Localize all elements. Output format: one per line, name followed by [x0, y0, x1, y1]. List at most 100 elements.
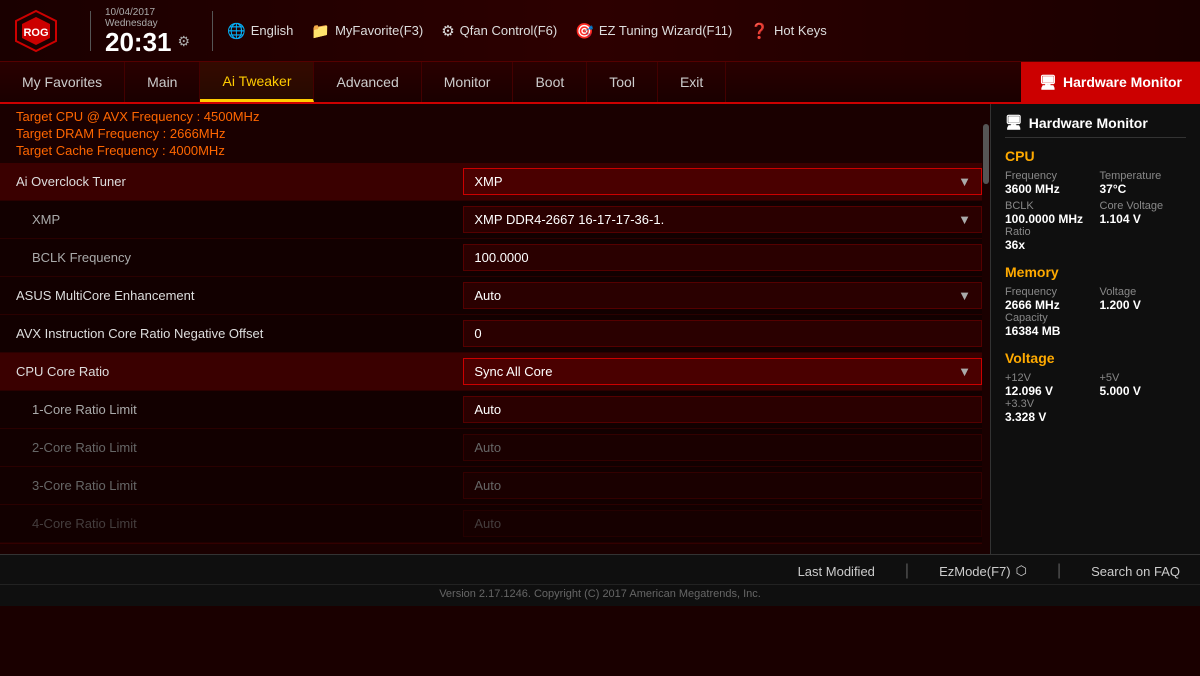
- setting-1core-ratio: 1-Core Ratio Limit Auto: [0, 391, 990, 429]
- hw-cpu-section: CPU Frequency 3600 MHz Temperature 37°C …: [1005, 148, 1186, 252]
- hw-cpu-title: CPU: [1005, 148, 1186, 164]
- last-modified-button[interactable]: Last Modified: [798, 564, 875, 579]
- setting-value-ai-overclock[interactable]: XMP ▼: [455, 164, 990, 199]
- language-label: English: [251, 23, 294, 38]
- settings-table: Ai Overclock Tuner XMP ▼ XMP XMP DDR4-26…: [0, 163, 990, 543]
- target-dram-row: Target DRAM Frequency : 2666MHz: [16, 125, 974, 142]
- hw-33v: +3.3V 3.328 V: [1005, 398, 1186, 424]
- hardware-monitor-panel: 🖥 Hardware Monitor CPU Frequency 3600 MH…: [990, 104, 1200, 554]
- header-divider-2: [212, 11, 213, 51]
- hw-memory-section: Memory Frequency 2666 MHz Voltage 1.200 …: [1005, 264, 1186, 338]
- xmp-dropdown[interactable]: XMP DDR4-2667 16-17-17-36-1. ▼: [463, 206, 982, 233]
- footer: Last Modified | EzMode(F7) ⬡ | Search on…: [0, 554, 1200, 606]
- multicore-dropdown[interactable]: Auto ▼: [463, 282, 982, 309]
- my-favorite-button[interactable]: 📁 MyFavorite(F3): [311, 22, 423, 40]
- ez-mode-label: EzMode(F7): [939, 564, 1011, 579]
- monitor-panel-icon: 🖥: [1005, 114, 1023, 131]
- setting-value-bclk[interactable]: 100.0000: [455, 240, 990, 275]
- setting-value-2core: Auto: [455, 430, 990, 465]
- setting-multicore: ASUS MultiCore Enhancement Auto ▼: [0, 277, 990, 315]
- info-text-manual: [Manual]: When the manual mode is select…: [50, 552, 813, 554]
- header-divider-1: [90, 11, 91, 51]
- nav-tool[interactable]: Tool: [587, 62, 658, 102]
- setting-value-xmp[interactable]: XMP DDR4-2667 16-17-17-36-1. ▼: [455, 202, 990, 237]
- setting-value-3core: Auto: [455, 468, 990, 503]
- ez-mode-button[interactable]: EzMode(F7) ⬡: [939, 563, 1027, 579]
- nav-hardware-monitor[interactable]: 🖥 Hardware Monitor: [1021, 62, 1200, 102]
- 2core-input: Auto: [463, 434, 982, 461]
- ez-mode-icon: ⬡: [1016, 563, 1027, 579]
- nav-exit[interactable]: Exit: [658, 62, 726, 102]
- hot-keys-button[interactable]: ❓ Hot Keys: [750, 22, 826, 40]
- language-selector[interactable]: 🌐 English: [227, 22, 293, 40]
- footer-sep-2: |: [1057, 562, 1061, 580]
- setting-label-avx: AVX Instruction Core Ratio Negative Offs…: [0, 318, 455, 349]
- scroll-thumb[interactable]: [983, 124, 989, 184]
- setting-label-1core: 1-Core Ratio Limit: [0, 394, 455, 425]
- dropdown-arrow-icon: ▼: [958, 288, 971, 303]
- setting-label-ai-overclock: Ai Overclock Tuner: [0, 166, 455, 197]
- setting-bclk-frequency: BCLK Frequency 100.0000: [0, 239, 990, 277]
- dropdown-arrow-icon: ▼: [958, 212, 971, 227]
- content-area: Target CPU @ AVX Frequency : 4500MHz Tar…: [0, 104, 990, 554]
- hw-voltage-grid: +12V 12.096 V +5V 5.000 V: [1005, 372, 1186, 398]
- tuning-icon: 🎯: [575, 22, 594, 40]
- rog-logo-icon: ROG: [12, 9, 60, 53]
- header: ROG 10/04/2017Wednesday 20:31 ⚙ 🌐 Englis…: [0, 0, 1200, 62]
- hw-mem-voltage: Voltage 1.200 V: [1100, 286, 1187, 312]
- main-layout: Target CPU @ AVX Frequency : 4500MHz Tar…: [0, 104, 1200, 554]
- header-controls: 🌐 English 📁 MyFavorite(F3) ⚙ Qfan Contro…: [227, 22, 1188, 40]
- setting-ai-overclock-tuner: Ai Overclock Tuner XMP ▼: [0, 163, 990, 201]
- hw-memory-title: Memory: [1005, 264, 1186, 280]
- ez-tuning-label: EZ Tuning Wizard(F11): [599, 23, 732, 38]
- setting-value-1core[interactable]: Auto: [455, 392, 990, 427]
- avx-input[interactable]: 0: [463, 320, 982, 347]
- setting-4core-ratio: 4-Core Ratio Limit Auto: [0, 505, 990, 543]
- dropdown-arrow-icon: ▼: [958, 364, 971, 379]
- search-faq-button[interactable]: Search on FAQ: [1091, 564, 1180, 579]
- setting-cpu-core-ratio: CPU Core Ratio Sync All Core ▼: [0, 353, 990, 391]
- nav-ai-tweaker[interactable]: Ai Tweaker: [200, 62, 314, 102]
- setting-xmp: XMP XMP DDR4-2667 16-17-17-36-1. ▼: [0, 201, 990, 239]
- hw-monitor-title: 🖥 Hardware Monitor: [1005, 114, 1186, 138]
- nav-my-favorites[interactable]: My Favorites: [0, 62, 125, 102]
- footer-sep-1: |: [905, 562, 909, 580]
- nav-main[interactable]: Main: [125, 62, 200, 102]
- footer-copyright: Version 2.17.1246. Copyright (C) 2017 Am…: [0, 585, 1200, 603]
- scrollbar[interactable]: [982, 104, 990, 554]
- target-info: Target CPU @ AVX Frequency : 4500MHz Tar…: [0, 104, 990, 163]
- setting-value-multicore[interactable]: Auto ▼: [455, 278, 990, 313]
- qfan-control-button[interactable]: ⚙ Qfan Control(F6): [441, 22, 557, 40]
- hw-5v: +5V 5.000 V: [1100, 372, 1187, 398]
- setting-2core-ratio: 2-Core Ratio Limit Auto: [0, 429, 990, 467]
- rog-logo-area: ROG: [12, 9, 60, 53]
- hw-voltage-title: Voltage: [1005, 350, 1186, 366]
- setting-label-multicore: ASUS MultiCore Enhancement: [0, 280, 455, 311]
- hw-voltage-section: Voltage +12V 12.096 V +5V 5.000 V +3.3V …: [1005, 350, 1186, 424]
- nav-advanced[interactable]: Advanced: [314, 62, 421, 102]
- info-text: [Manual]: When the manual mode is select…: [50, 552, 813, 554]
- ez-tuning-button[interactable]: 🎯 EZ Tuning Wizard(F11): [575, 22, 732, 40]
- 1core-input[interactable]: Auto: [463, 396, 982, 423]
- setting-value-4core: Auto: [455, 506, 990, 541]
- hw-memory-grid: Frequency 2666 MHz Voltage 1.200 V: [1005, 286, 1186, 312]
- nav-monitor[interactable]: Monitor: [422, 62, 514, 102]
- ai-overclock-dropdown[interactable]: XMP ▼: [463, 168, 982, 195]
- 4core-input: Auto: [463, 510, 982, 537]
- cpu-core-ratio-dropdown[interactable]: Sync All Core ▼: [463, 358, 982, 385]
- qfan-label: Qfan Control(F6): [460, 23, 558, 38]
- nav-boot[interactable]: Boot: [513, 62, 587, 102]
- hw-mem-capacity: Capacity 16384 MB: [1005, 312, 1186, 338]
- setting-label-2core: 2-Core Ratio Limit: [0, 432, 455, 463]
- hot-keys-label: Hot Keys: [774, 23, 827, 38]
- bclk-input[interactable]: 100.0000: [463, 244, 982, 271]
- globe-icon: 🌐: [227, 22, 246, 40]
- settings-icon[interactable]: ⚙: [178, 33, 191, 50]
- last-modified-label: Last Modified: [798, 564, 875, 579]
- setting-value-cpu-core-ratio[interactable]: Sync All Core ▼: [455, 354, 990, 389]
- hw-mem-freq: Frequency 2666 MHz: [1005, 286, 1092, 312]
- hw-cpu-bclk-label: BCLK 100.0000 MHz: [1005, 200, 1092, 226]
- svg-text:ROG: ROG: [23, 27, 48, 39]
- hw-12v: +12V 12.096 V: [1005, 372, 1092, 398]
- setting-value-avx[interactable]: 0: [455, 316, 990, 351]
